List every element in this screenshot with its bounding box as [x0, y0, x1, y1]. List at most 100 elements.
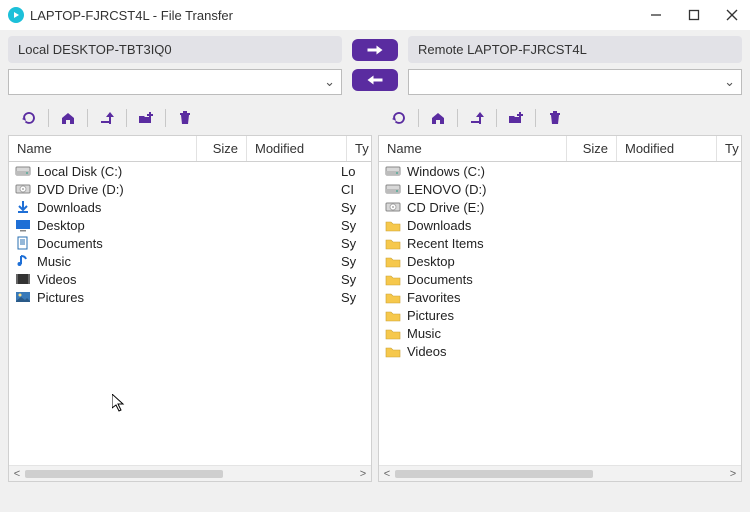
- separator: [496, 109, 497, 127]
- local-toolbar: [8, 101, 372, 135]
- chevron-down-icon: ⌄: [324, 74, 335, 90]
- newfolder-button[interactable]: [503, 105, 529, 131]
- newfolder-button[interactable]: [133, 105, 159, 131]
- list-item[interactable]: Pictures: [379, 306, 741, 324]
- minimize-button[interactable]: [646, 5, 666, 25]
- list-item[interactable]: Desktop: [379, 252, 741, 270]
- local-path-select[interactable]: ⌄: [8, 69, 342, 95]
- col-modified[interactable]: Modified: [247, 136, 347, 161]
- refresh-button[interactable]: [386, 105, 412, 131]
- up-button[interactable]: [94, 105, 120, 131]
- item-label: Windows (C:): [407, 164, 705, 179]
- download-icon: [15, 199, 31, 215]
- col-size[interactable]: Size: [197, 136, 247, 161]
- dvd-icon: [15, 181, 31, 197]
- delete-button[interactable]: [172, 105, 198, 131]
- maximize-button[interactable]: [684, 5, 704, 25]
- folder-icon: [385, 325, 401, 341]
- separator: [418, 109, 419, 127]
- list-item[interactable]: Windows (C:): [379, 162, 741, 180]
- list-item[interactable]: DownloadsSy: [9, 198, 371, 216]
- list-item[interactable]: Recent Items: [379, 234, 741, 252]
- col-modified[interactable]: Modified: [617, 136, 717, 161]
- scroll-left-icon[interactable]: <: [379, 468, 395, 480]
- list-item[interactable]: CD Drive (E:): [379, 198, 741, 216]
- item-label: Desktop: [37, 218, 335, 233]
- list-item[interactable]: MusicSy: [9, 252, 371, 270]
- disk-icon: [385, 181, 401, 197]
- close-button[interactable]: [722, 5, 742, 25]
- item-label: Downloads: [37, 200, 335, 215]
- local-location-bar: Local DESKTOP-TBT3IQ0: [8, 36, 342, 63]
- dvd-icon: [385, 199, 401, 215]
- scroll-left-icon[interactable]: <: [9, 468, 25, 480]
- item-label: Local Disk (C:): [37, 164, 335, 179]
- folder-icon: [385, 217, 401, 233]
- remote-location-bar: Remote LAPTOP-FJRCST4L: [408, 36, 742, 63]
- list-item[interactable]: Videos: [379, 342, 741, 360]
- list-item[interactable]: Downloads: [379, 216, 741, 234]
- item-label: LENOVO (D:): [407, 182, 705, 197]
- remote-path-select[interactable]: ⌄: [408, 69, 742, 95]
- col-name[interactable]: Name: [9, 136, 197, 161]
- home-icon: [430, 110, 446, 126]
- col-name[interactable]: Name: [379, 136, 567, 161]
- folder-icon: [385, 271, 401, 287]
- folder-icon: [385, 307, 401, 323]
- remote-columns: Name Size Modified Ty: [378, 135, 742, 162]
- local-columns: Name Size Modified Ty: [8, 135, 372, 162]
- separator: [165, 109, 166, 127]
- item-type: CI: [341, 182, 365, 197]
- home-icon: [60, 110, 76, 126]
- music-icon: [15, 253, 31, 269]
- title-bar: LAPTOP-FJRCST4L - File Transfer: [0, 0, 750, 30]
- separator: [126, 109, 127, 127]
- delete-button[interactable]: [542, 105, 568, 131]
- desktop-icon: [15, 217, 31, 233]
- separator: [87, 109, 88, 127]
- up-button[interactable]: [464, 105, 490, 131]
- item-label: Videos: [407, 344, 705, 359]
- list-item[interactable]: Documents: [379, 270, 741, 288]
- scroll-right-icon[interactable]: >: [355, 468, 371, 480]
- list-item[interactable]: Desktop Sy: [9, 216, 371, 234]
- item-type: Sy: [341, 236, 365, 251]
- list-item[interactable]: Pictures Sy: [9, 288, 371, 306]
- remote-toolbar: [378, 101, 742, 135]
- list-item[interactable]: Local Disk (C:)Lo: [9, 162, 371, 180]
- item-label: Favorites: [407, 290, 705, 305]
- scroll-right-icon[interactable]: >: [725, 468, 741, 480]
- home-button[interactable]: [425, 105, 451, 131]
- list-item[interactable]: DVD Drive (D:)CI: [9, 180, 371, 198]
- local-pane: Name Size Modified Ty Local Disk (C:)LoD…: [8, 101, 372, 482]
- item-label: Music: [407, 326, 705, 341]
- remote-pane: Name Size Modified Ty Windows (C:) LENOVO…: [378, 101, 742, 482]
- horizontal-scrollbar[interactable]: < >: [379, 465, 741, 481]
- item-label: Pictures: [407, 308, 705, 323]
- item-label: Pictures: [37, 290, 335, 305]
- list-item[interactable]: VideosSy: [9, 270, 371, 288]
- delete-icon: [547, 110, 563, 126]
- list-item[interactable]: DocumentsSy: [9, 234, 371, 252]
- folder-icon: [385, 253, 401, 269]
- col-type[interactable]: Ty: [347, 136, 371, 161]
- item-type: Sy: [341, 290, 365, 305]
- transfer-right-button[interactable]: [352, 39, 398, 61]
- item-label: Downloads: [407, 218, 705, 233]
- list-item[interactable]: Favorites: [379, 288, 741, 306]
- item-type: Sy: [341, 218, 365, 233]
- list-item[interactable]: LENOVO (D:): [379, 180, 741, 198]
- separator: [48, 109, 49, 127]
- col-type[interactable]: Ty: [717, 136, 741, 161]
- home-button[interactable]: [55, 105, 81, 131]
- list-item[interactable]: Music: [379, 324, 741, 342]
- transfer-left-button[interactable]: [352, 69, 398, 91]
- refresh-button[interactable]: [16, 105, 42, 131]
- app-icon: [8, 7, 24, 23]
- horizontal-scrollbar[interactable]: < >: [9, 465, 371, 481]
- col-size[interactable]: Size: [567, 136, 617, 161]
- separator: [457, 109, 458, 127]
- chevron-down-icon: ⌄: [724, 74, 735, 90]
- delete-icon: [177, 110, 193, 126]
- folder-icon: [385, 235, 401, 251]
